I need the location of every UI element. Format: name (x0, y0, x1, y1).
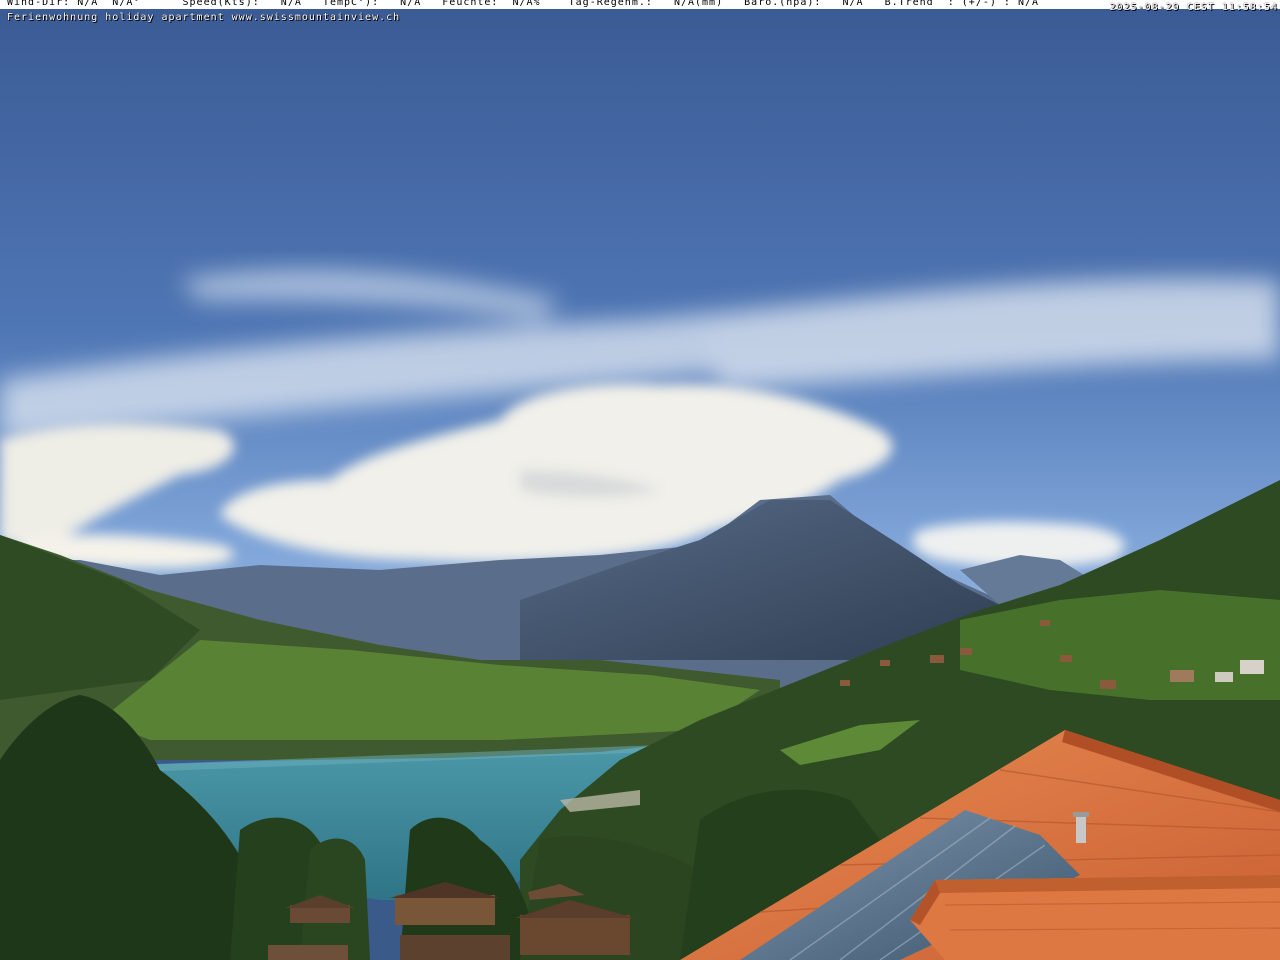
weather-readout: Wind-Dir: N/A N/A° Speed(Kts): N/A TempC… (7, 0, 1040, 8)
lower-roof (910, 875, 1280, 960)
chimney (1076, 815, 1086, 843)
webcam-scene (0, 0, 1280, 960)
timestamp: 2025-08-29 CEST 11:58:54 (1109, 2, 1278, 13)
chimney-cap (1073, 812, 1089, 817)
weather-overlay-bar: Wind-Dir: N/A N/A° Speed(Kts): N/A TempC… (0, 0, 1280, 9)
caption: Ferienwohnung holiday apartment www.swis… (7, 12, 401, 23)
